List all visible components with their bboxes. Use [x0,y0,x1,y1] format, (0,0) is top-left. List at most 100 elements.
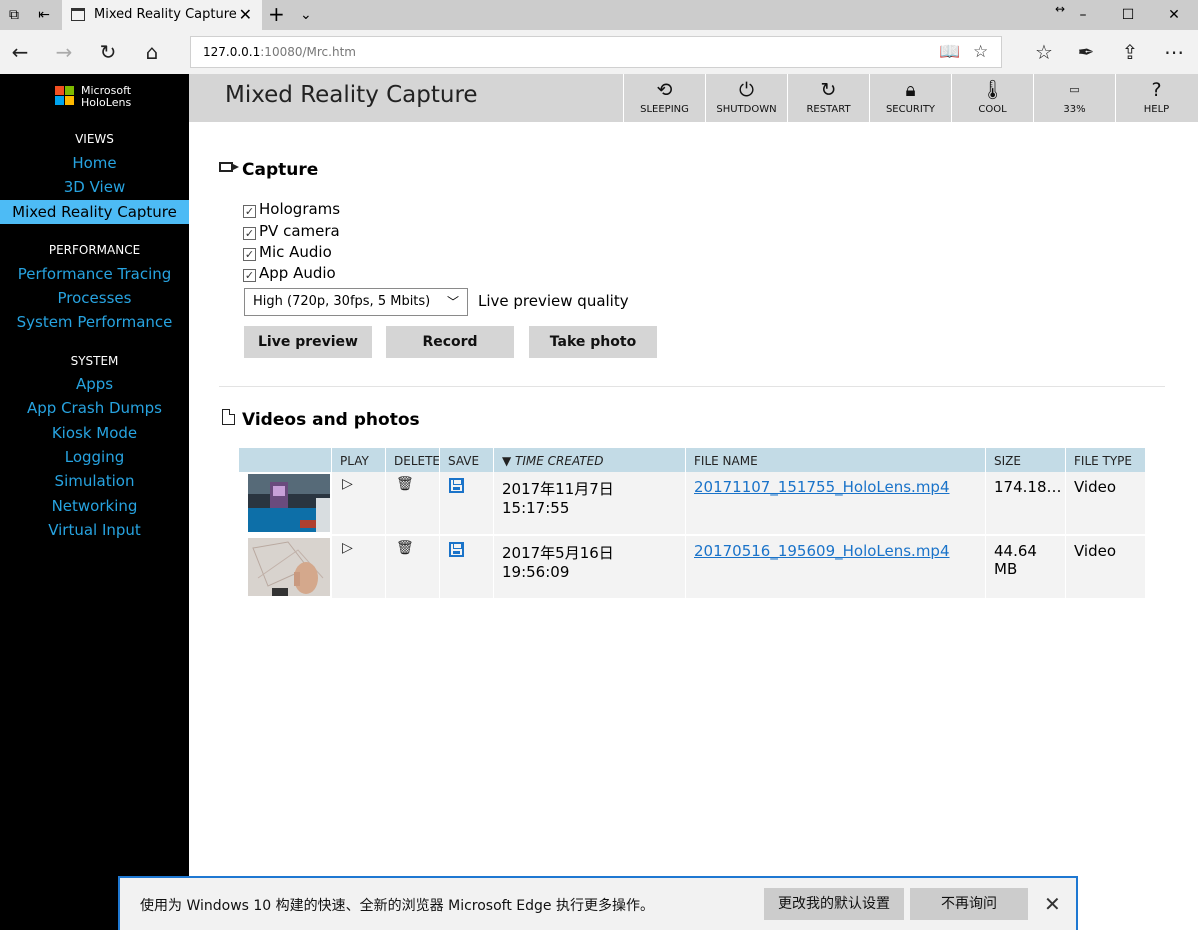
nav-processes[interactable]: Processes [0,286,189,310]
set-aside-tabs-icon[interactable]: ⇤ [34,5,54,25]
size-cell: 174.18… [985,472,1065,534]
save-disk-icon[interactable] [449,478,464,493]
trash-icon[interactable]: 🗑︎ [396,476,414,492]
save-cell [439,472,493,534]
save-disk-icon[interactable] [449,542,464,557]
record-button[interactable]: Record [386,326,514,358]
file-type-cell: Video [1065,536,1145,598]
favorites-hub-icon[interactable]: ☆ [1030,38,1058,66]
play-icon[interactable]: ▷ [342,540,353,556]
nav-performance-tracing[interactable]: Performance Tracing [0,262,189,286]
file-type-cell: Video [1065,472,1145,534]
nav-3d-view[interactable]: 3D View [0,175,189,199]
checkbox-check-icon: ✓ [243,227,256,240]
live-preview-button[interactable]: Live preview [244,326,372,358]
back-arrow-icon[interactable]: ← [6,38,34,66]
notification-close-icon[interactable]: ✕ [1044,890,1061,918]
tab-close-icon[interactable]: ✕ [239,0,252,30]
file-link[interactable]: 20170516_195609_HoloLens.mp4 [694,542,950,560]
thumbnail-cell [239,536,331,598]
web-note-pen-icon[interactable]: ✒ [1072,38,1100,66]
sidebar: Microsoft HoloLens VIEWS Home 3D View Mix… [0,74,189,930]
logo-text: Microsoft HoloLens [81,84,132,109]
tab-manager-icon[interactable]: ⧉ [4,5,24,25]
delete-cell: 🗑︎ [385,536,439,598]
checkbox-app-audio[interactable]: ✓ App Audio [243,264,336,282]
videos-title: Videos and photos [242,410,420,430]
url-input[interactable]: 127.0.0.1:10080/Mrc.htm 📖 ☆ [190,36,1002,68]
logo-square-blue [55,96,64,105]
nav-networking[interactable]: Networking [0,494,189,518]
favorite-star-icon[interactable]: ☆ [973,37,988,67]
battery-button[interactable]: ▭ 33% [1033,74,1115,122]
maximize-button[interactable]: ☐ [1108,0,1148,30]
help-icon: ? [1151,79,1162,101]
nav-mixed-reality-capture[interactable]: Mixed Reality Capture [0,200,189,224]
notification-text: 使用为 Windows 10 构建的快速、全新的浏览器 Microsoft Ed… [140,898,654,914]
battery-icon: ▭ [1069,83,1080,96]
tab-title: Mixed Reality Capture [94,7,237,22]
file-name-cell: 20170516_195609_HoloLens.mp4 [685,536,985,598]
col-file-name[interactable]: FILE NAME [685,448,985,472]
new-tab-button[interactable]: + [268,0,285,28]
nav-app-crash-dumps[interactable]: App Crash Dumps [0,396,189,420]
col-thumbnail [239,448,331,472]
nav-apps[interactable]: Apps [0,372,189,396]
window-close-button[interactable]: ✕ [1154,0,1194,30]
section-system: SYSTEM [70,354,119,368]
thermometer-icon: 🌡︎ [980,79,1005,101]
checkbox-mic-audio[interactable]: ✓ Mic Audio [243,243,332,261]
address-bar: ← → ↻ ⌂ 127.0.0.1:10080/Mrc.htm 📖 ☆ ☆ ✒ … [0,30,1198,74]
nav-logging[interactable]: Logging [0,445,189,469]
cool-button[interactable]: 🌡︎ COOL [951,74,1033,122]
page-icon [71,8,85,21]
nav-virtual-input[interactable]: Virtual Input [0,518,189,542]
nav-system-performance[interactable]: System Performance [0,310,189,334]
video-thumbnail[interactable] [248,474,330,532]
take-photo-button[interactable]: Take photo [529,326,657,358]
nav-kiosk-mode[interactable]: Kiosk Mode [0,421,189,445]
size-cell: 44.64 MB [985,536,1065,598]
tab-list-chevron-icon[interactable]: ⌄ [300,0,312,30]
section-views: VIEWS [75,132,114,146]
url-path: :10080/Mrc.htm [260,45,356,59]
logo-square-red [55,86,64,95]
checkbox-pv-camera[interactable]: ✓ PV camera [243,222,340,240]
security-button[interactable]: 🔒︎ SECURITY [869,74,951,122]
edge-notification-bar: 使用为 Windows 10 构建的快速、全新的浏览器 Microsoft Ed… [118,876,1078,930]
col-file-type[interactable]: FILE TYPE [1065,448,1145,472]
file-link[interactable]: 20171107_151755_HoloLens.mp4 [694,478,950,496]
nav-simulation[interactable]: Simulation [0,469,189,493]
quality-label: Live preview quality [478,292,629,310]
sleeping-button[interactable]: ⟲ SLEEPING [623,74,705,122]
help-button[interactable]: ? HELP [1115,74,1197,122]
play-cell: ▷ [331,472,385,534]
quality-select[interactable]: High (720p, 30fps, 5 Mbits) ﹀ [244,288,468,316]
section-performance: PERFORMANCE [48,243,141,257]
minimize-button[interactable]: – [1063,0,1103,30]
video-thumbnail[interactable] [248,538,330,596]
dont-ask-button[interactable]: 不再询问 [910,888,1028,920]
reading-view-icon[interactable]: 📖 [939,37,960,67]
more-menu-icon[interactable]: ⋯ [1160,38,1188,66]
page-header: Mixed Reality Capture ⟲ SLEEPING ⏻ SHUTD… [189,74,1198,122]
home-icon[interactable]: ⌂ [138,38,166,66]
trash-icon[interactable]: 🗑︎ [396,540,414,556]
change-default-button[interactable]: 更改我的默认设置 [764,888,904,920]
restart-button[interactable]: ↻ RESTART [787,74,869,122]
logo-square-green [65,86,74,95]
file-name-cell: 20171107_151755_HoloLens.mp4 [685,472,985,534]
col-delete: DELETE [385,448,440,472]
share-icon[interactable]: ⇪ [1116,38,1144,66]
refresh-icon[interactable]: ↻ [94,38,122,66]
checkbox-holograms[interactable]: ✓ Holograms [243,200,340,218]
shutdown-button[interactable]: ⏻ SHUTDOWN [705,74,787,122]
col-time-created[interactable]: ▼ TIME CREATED [493,448,685,472]
browser-tab[interactable]: Mixed Reality Capture ✕ [62,0,262,30]
forward-arrow-icon[interactable]: → [50,38,78,66]
play-icon[interactable]: ▷ [342,476,353,492]
col-size[interactable]: SIZE [985,448,1065,472]
table-row: ▷ 🗑︎ 2017年11月7日 15:17:55 20171107_151755… [239,472,1145,534]
logo-square-yellow [65,96,74,105]
nav-home[interactable]: Home [0,151,189,175]
